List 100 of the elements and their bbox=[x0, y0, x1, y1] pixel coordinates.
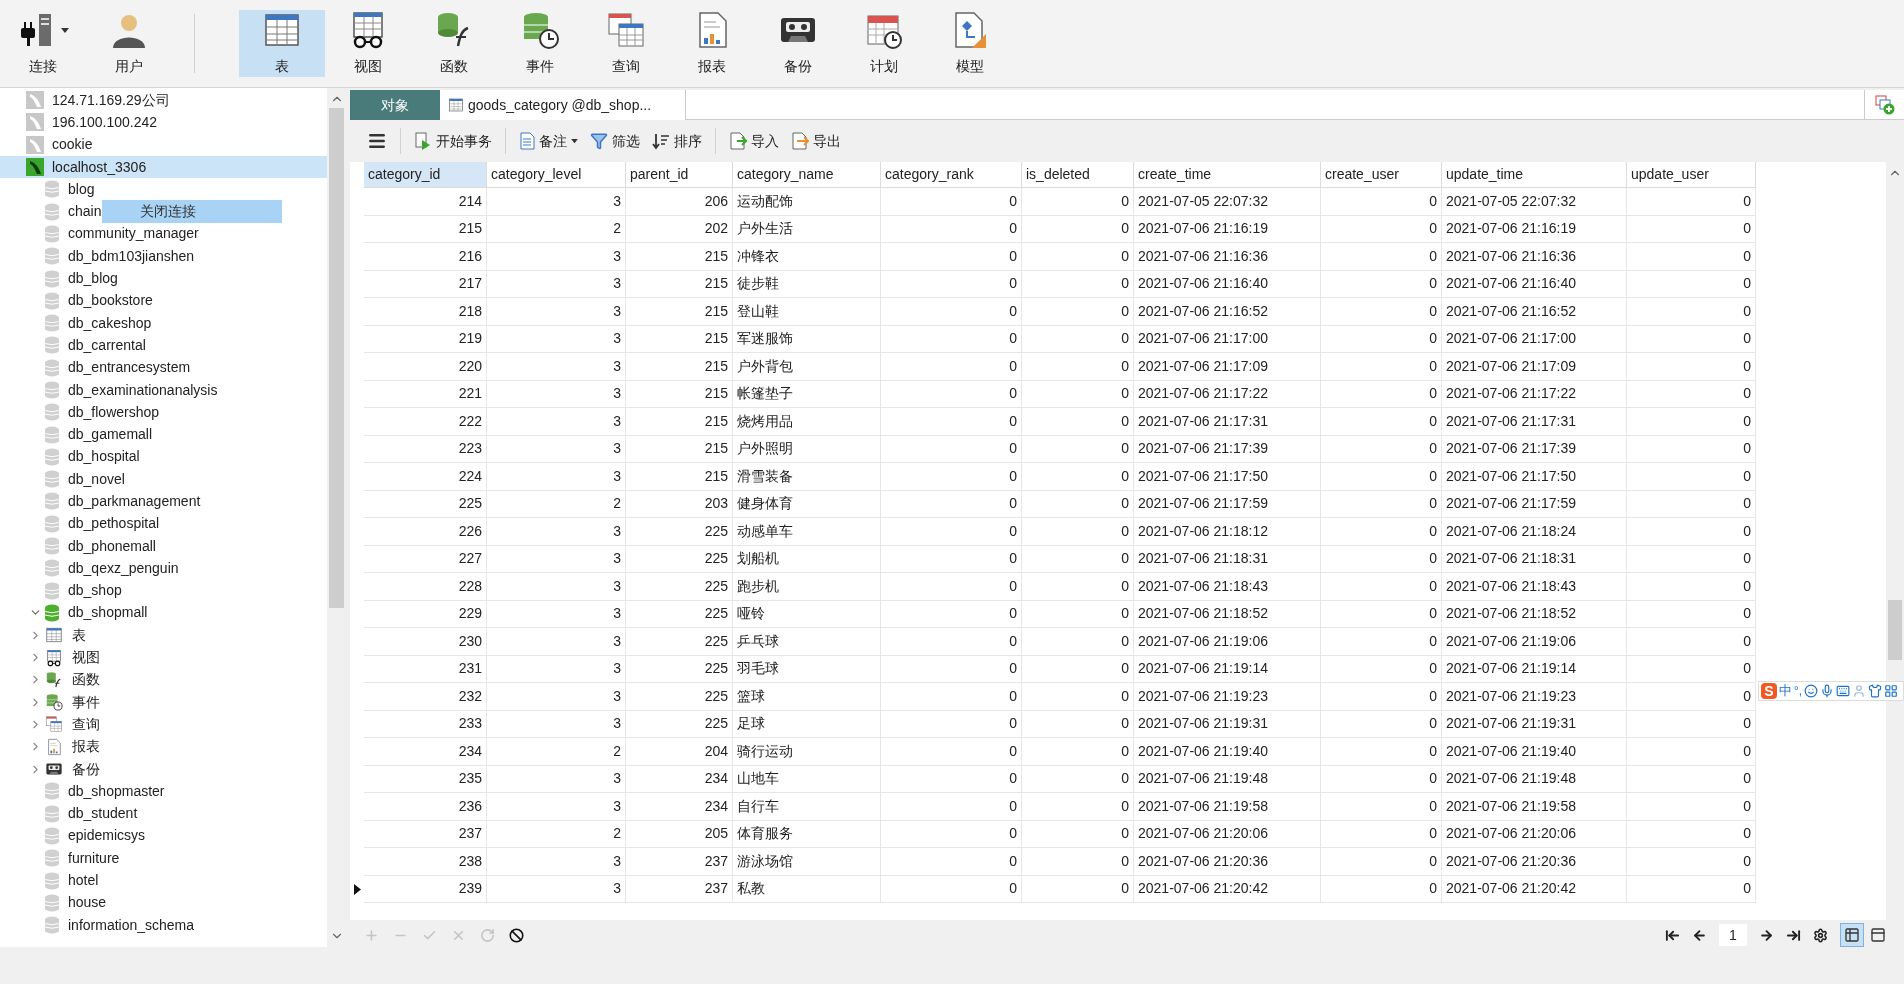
table-cell-text: 234 bbox=[704, 769, 728, 789]
tree-item-label[interactable]: community_manager bbox=[68, 223, 199, 245]
tree-item-label[interactable]: blog bbox=[68, 178, 95, 200]
column-header[interactable]: is_deleted bbox=[1022, 162, 1134, 188]
menu-item[interactable]: 关闭连接 bbox=[102, 201, 196, 222]
scroll-thumb[interactable] bbox=[1888, 600, 1902, 660]
sort-icon bbox=[652, 132, 670, 150]
table-cell-text: 0 bbox=[1121, 356, 1129, 376]
toolbar-button[interactable]: 备份 bbox=[755, 10, 841, 77]
toolbar-button[interactable]: 函数 bbox=[411, 10, 497, 77]
table-cell-text: 0 bbox=[1009, 604, 1017, 624]
toolbar-button[interactable]: 连接 bbox=[0, 10, 86, 77]
next-page-icon[interactable] bbox=[1759, 927, 1774, 943]
tree-item-label[interactable]: db_bookstore bbox=[68, 290, 153, 312]
tree-item-label[interactable]: hotel bbox=[68, 870, 99, 892]
tab[interactable]: 对象 bbox=[350, 90, 440, 120]
microphone-icon[interactable] bbox=[1820, 684, 1835, 698]
toolbar-button[interactable]: 导入 bbox=[726, 126, 782, 156]
grid-icon[interactable] bbox=[1884, 684, 1899, 698]
table-cell-text: 2021-07-06 21:18:31 bbox=[1446, 549, 1576, 569]
tree-item-label[interactable]: 备份 bbox=[72, 758, 100, 780]
toolbar-button[interactable]: 表 bbox=[239, 10, 325, 77]
ime-mode[interactable]: 中 bbox=[1779, 681, 1792, 701]
tree-item-label[interactable]: db_qexz_penguin bbox=[68, 557, 179, 579]
keyboard-icon[interactable] bbox=[1836, 684, 1851, 698]
tab[interactable]: goods_category @db_shop... bbox=[440, 90, 686, 120]
tree-item-label[interactable]: 查询 bbox=[72, 713, 100, 735]
settings-icon[interactable] bbox=[1813, 927, 1828, 943]
tree-item-label[interactable]: db_entrancesystem bbox=[68, 357, 191, 379]
table-cell-text: 2021-07-06 21:17:22 bbox=[1138, 384, 1268, 404]
table-cell-text: 2021-07-06 21:16:40 bbox=[1138, 274, 1268, 294]
tree-item-label[interactable]: house bbox=[68, 892, 107, 914]
tree-item-label[interactable]: db_flowershop bbox=[68, 401, 160, 423]
tree-item-label[interactable]: furniture bbox=[68, 847, 120, 869]
toolbar-button[interactable]: 查询 bbox=[583, 10, 669, 77]
tree-item-label[interactable]: db_parkmanagement bbox=[68, 491, 201, 512]
database-icon bbox=[44, 224, 60, 243]
selected-tree-item[interactable]: localhost_3306 bbox=[0, 155, 327, 179]
tree-item-label[interactable]: 124.71.169.29公司 bbox=[52, 89, 170, 111]
tree-item-label[interactable]: db_cakeshop bbox=[68, 312, 152, 334]
toolbar-button[interactable]: 导出 bbox=[788, 126, 844, 156]
tree-item-label[interactable]: db_shopmaster bbox=[68, 780, 165, 802]
tree-item-label[interactable]: db_bdm103jianshen bbox=[68, 245, 195, 267]
column-header[interactable]: update_user bbox=[1627, 162, 1756, 188]
toolbar-button[interactable]: 视图 bbox=[325, 10, 411, 77]
ime-punctuation[interactable]: °, bbox=[1794, 682, 1803, 700]
toolbar-button[interactable]: 用户 bbox=[86, 10, 172, 77]
tree-item-label[interactable]: chain bbox=[68, 201, 102, 223]
toolbar-button[interactable]: 报表 bbox=[669, 10, 755, 77]
column-header[interactable]: parent_id bbox=[626, 162, 733, 188]
add-table-icon[interactable] bbox=[1874, 94, 1895, 115]
page-field[interactable]: 1 bbox=[1719, 924, 1747, 946]
tree-item-label[interactable]: db_phonemall bbox=[68, 535, 156, 557]
table-cell-text: 0 bbox=[1121, 301, 1129, 321]
scrollbar[interactable] bbox=[327, 88, 346, 947]
toolbar-button[interactable]: 备注 bbox=[516, 126, 581, 156]
tree-item-label[interactable]: db_carrental bbox=[68, 334, 146, 356]
shirt-icon[interactable] bbox=[1868, 684, 1883, 698]
tree-item-label[interactable]: db_novel bbox=[68, 468, 125, 490]
tree-item-label[interactable]: 表 bbox=[72, 624, 86, 646]
toolbar-button[interactable]: 事件 bbox=[497, 10, 583, 77]
last-page-icon[interactable] bbox=[1786, 927, 1801, 943]
tree-item-label[interactable]: db_hospital bbox=[68, 446, 140, 468]
column-header[interactable]: category_level bbox=[487, 162, 626, 188]
tree-item-label[interactable]: localhost_3306 bbox=[52, 156, 147, 178]
toolbar-button[interactable]: 计划 bbox=[841, 10, 927, 77]
tree-item-label[interactable]: 视图 bbox=[72, 647, 100, 669]
tree-item-label[interactable]: db_gamemall bbox=[68, 424, 153, 446]
tree-item-label[interactable]: db_shop bbox=[68, 580, 122, 602]
column-header[interactable]: update_time bbox=[1442, 162, 1627, 188]
table-cell-text: 户外照明 bbox=[737, 439, 793, 459]
tree-item-label[interactable]: db_pethospital bbox=[68, 513, 160, 535]
tree-item-label[interactable]: db_examinationanalysis bbox=[68, 379, 218, 401]
column-header[interactable]: create_time bbox=[1134, 162, 1321, 188]
tree-item-label[interactable]: 196.100.100.242 bbox=[52, 111, 158, 133]
tree-item-label[interactable]: 函数 bbox=[72, 669, 100, 691]
tree-item-label[interactable]: cookie bbox=[52, 134, 93, 156]
tree-item-label[interactable]: db_shopmall bbox=[68, 602, 148, 624]
tree-item-label[interactable]: epidemicsys bbox=[68, 825, 146, 847]
column-header[interactable]: create_user bbox=[1321, 162, 1442, 188]
tree-item-label[interactable]: 事件 bbox=[72, 691, 100, 713]
column-header[interactable]: category_id bbox=[364, 162, 487, 188]
table-cell-text: 0 bbox=[1121, 494, 1129, 514]
view-mode-button[interactable] bbox=[1840, 923, 1864, 947]
toolbar-button[interactable]: 模型 bbox=[927, 10, 1013, 77]
scroll-thumb[interactable] bbox=[329, 108, 344, 608]
tree-item-label[interactable]: db_student bbox=[68, 803, 138, 825]
tree-item-label[interactable]: 报表 bbox=[72, 736, 100, 758]
toolbar-button[interactable]: 开始事务 bbox=[411, 126, 495, 156]
first-page-icon[interactable] bbox=[1665, 927, 1680, 943]
toolbar-button[interactable]: 排序 bbox=[649, 126, 705, 156]
table-cell-text: 2021-07-06 21:16:19 bbox=[1138, 219, 1268, 239]
column-header[interactable]: category_rank bbox=[881, 162, 1022, 188]
previous-page-icon[interactable] bbox=[1692, 927, 1707, 943]
stop-icon[interactable] bbox=[509, 927, 524, 943]
emoji-icon[interactable] bbox=[1804, 684, 1819, 698]
column-header[interactable]: category_name bbox=[733, 162, 881, 188]
toolbar-button[interactable]: 筛选 bbox=[587, 126, 643, 156]
tree-item-label[interactable]: information_schema bbox=[68, 914, 195, 936]
tree-item-label[interactable]: db_blog bbox=[68, 268, 118, 289]
